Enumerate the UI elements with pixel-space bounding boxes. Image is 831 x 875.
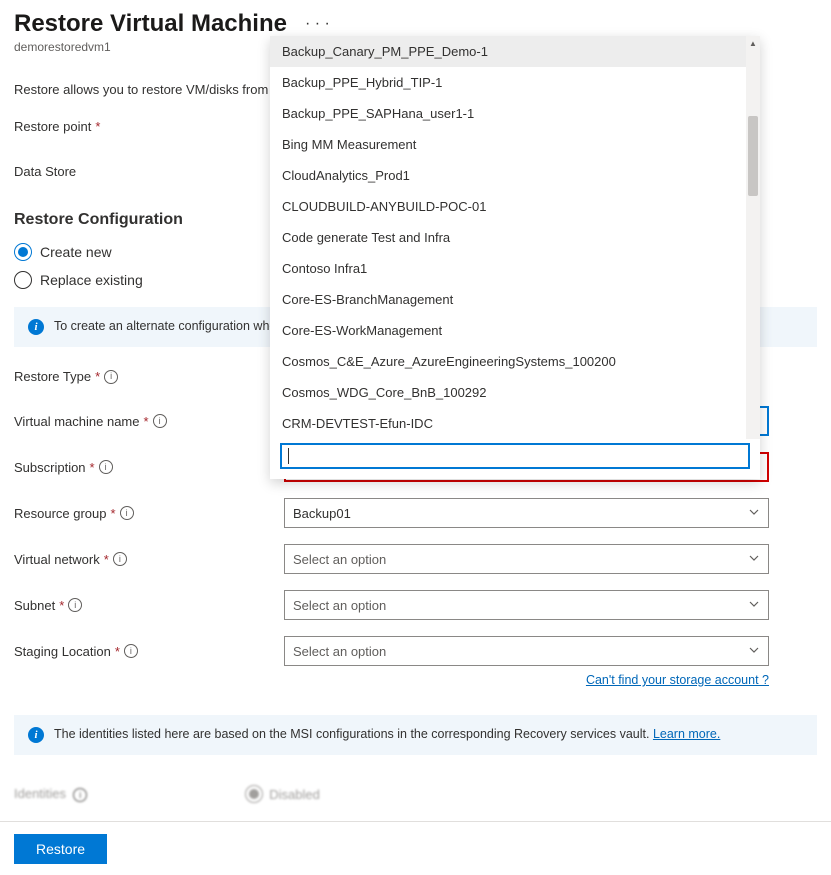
scroll-up-icon: ▲ <box>746 36 760 50</box>
radio-icon <box>14 243 32 261</box>
info-icon[interactable]: i <box>120 506 134 520</box>
flyout-item[interactable]: Backup_PPE_SAPHana_user1-1 <box>270 98 760 129</box>
info-icon: i <box>73 788 87 802</box>
flyout-item[interactable]: Bing MM Measurement <box>270 129 760 160</box>
flyout-item[interactable]: CRM-DEVTEST-Efun-IDC <box>270 408 760 439</box>
virtual-network-label: Virtual network* i <box>14 552 284 567</box>
resource-group-dropdown[interactable]: Backup01 <box>284 498 769 528</box>
scroll-thumb <box>748 116 758 196</box>
staging-location-dropdown[interactable]: Select an option <box>284 636 769 666</box>
staging-location-label: Staging Location* i <box>14 644 284 659</box>
more-icon[interactable]: · · · <box>305 15 330 33</box>
flyout-item[interactable]: Code generate Test and Infra <box>270 222 760 253</box>
flyout-item[interactable]: Cosmos_C&E_Azure_AzureEngineeringSystems… <box>270 346 760 377</box>
info-icon[interactable]: i <box>153 414 167 428</box>
data-store-label: Data Store <box>14 164 284 179</box>
flyout-search-input[interactable] <box>280 443 750 469</box>
flyout-item[interactable]: Cosmos_WDG_Core_BnB_100292 <box>270 377 760 408</box>
info-icon[interactable]: i <box>124 644 138 658</box>
subscription-flyout: Backup_Canary_PM_PPE_Demo-1Backup_PPE_Hy… <box>270 36 760 479</box>
flyout-item[interactable]: Backup_PPE_Hybrid_TIP-1 <box>270 67 760 98</box>
info-icon[interactable]: i <box>68 598 82 612</box>
storage-account-link[interactable]: Can't find your storage account ? <box>586 673 769 687</box>
chevron-down-icon <box>748 598 760 613</box>
info-icon[interactable]: i <box>104 370 118 384</box>
learn-more-link[interactable]: Learn more. <box>653 727 720 741</box>
identities-row: Identities i Disabled <box>14 785 817 803</box>
flyout-item[interactable]: CLOUDBUILD-ANYBUILD-POC-01 <box>270 191 760 222</box>
subnet-dropdown[interactable]: Select an option <box>284 590 769 620</box>
info-icon[interactable]: i <box>99 460 113 474</box>
info-icon[interactable]: i <box>113 552 127 566</box>
flyout-item[interactable]: Core-ES-WorkManagement <box>270 315 760 346</box>
flyout-item[interactable]: Core-ES-BranchManagement <box>270 284 760 315</box>
radio-icon <box>14 271 32 289</box>
vm-name-label: Virtual machine name* i <box>14 414 284 429</box>
identities-callout: i The identities listed here are based o… <box>14 715 817 755</box>
subscription-label: Subscription* i <box>14 460 284 475</box>
scrollbar[interactable]: ▲ <box>746 36 760 439</box>
flyout-item[interactable]: CloudAnalytics_Prod1 <box>270 160 760 191</box>
info-icon: i <box>28 727 44 743</box>
restore-point-label: Restore point* <box>14 119 284 134</box>
radio-icon <box>245 785 263 803</box>
restore-button[interactable]: Restore <box>14 834 107 864</box>
flyout-item[interactable]: Backup_Canary_PM_PPE_Demo-1 <box>270 36 760 67</box>
chevron-down-icon <box>748 506 760 521</box>
chevron-down-icon <box>748 644 760 659</box>
info-icon: i <box>28 319 44 335</box>
virtual-network-dropdown[interactable]: Select an option <box>284 544 769 574</box>
flyout-item[interactable]: Contoso Infra1 <box>270 253 760 284</box>
chevron-down-icon <box>748 552 760 567</box>
restore-type-label: Restore Type* i <box>14 369 284 384</box>
page-title: Restore Virtual Machine <box>14 10 287 38</box>
resource-group-label: Resource group* i <box>14 506 284 521</box>
subnet-label: Subnet* i <box>14 598 284 613</box>
